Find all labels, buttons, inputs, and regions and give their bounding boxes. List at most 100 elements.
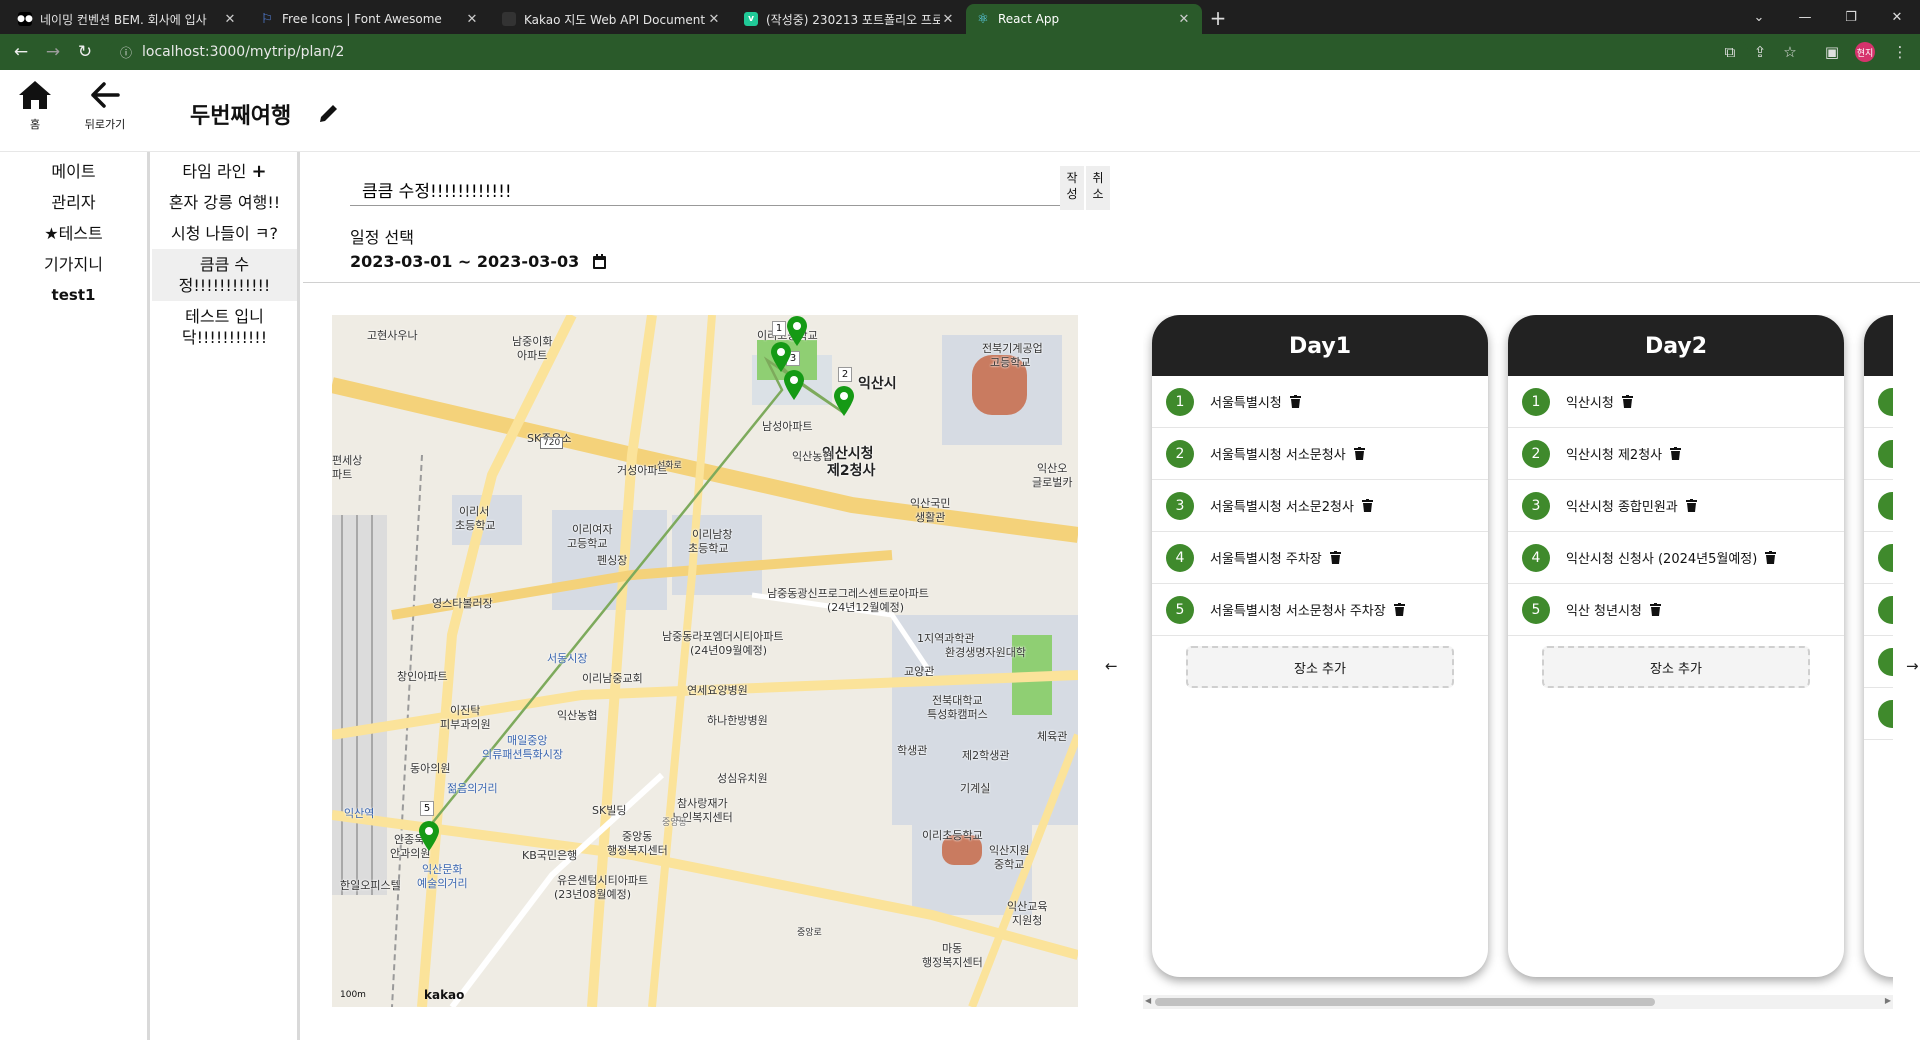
timeline-button[interactable]: 타임 라인 + [152,156,297,187]
mate-sidebar: 메이트 관리자 ★테스트 기가지니 test1 [0,152,150,1040]
home-button[interactable]: 홈 [0,80,70,132]
place-item[interactable] [1864,636,1893,688]
place-item[interactable]: 3 익산시청 종합민원과 [1508,480,1844,532]
order-badge: 4 [1166,543,1194,572]
carousel-next-arrow-icon[interactable]: → [1906,657,1919,675]
carousel-scrollbar[interactable]: ◀ ▶ [1143,995,1893,1009]
date-range-picker[interactable]: 2023-03-01 ~ 2023-03-03 [350,252,606,271]
order-badge: 2 [1522,439,1550,468]
map-pin-icon[interactable] [783,369,805,401]
menu-dots-icon[interactable]: ⋮ [1890,43,1910,61]
calendar-icon[interactable] [592,254,606,269]
tab-search-icon[interactable]: ⌄ [1736,0,1782,34]
trash-icon[interactable] [1393,603,1405,616]
pin-number: 1 [772,321,786,336]
save-button[interactable]: 작 성 [1060,166,1084,210]
close-icon[interactable]: ✕ [464,12,480,27]
info-icon[interactable]: ⓘ [120,44,132,61]
mate-item[interactable]: test1 [0,280,147,311]
place-item[interactable]: 5 익산 청년시청 [1508,584,1844,636]
carousel-prev-arrow-icon[interactable]: ← [1105,657,1118,675]
road-name: 중앙로 [797,928,822,938]
profile-avatar[interactable]: 현지 [1855,42,1875,62]
translate-icon[interactable]: ⧉ [1720,43,1740,61]
place-item[interactable] [1864,428,1893,480]
back-arrow-icon[interactable]: ← [10,42,32,62]
close-icon[interactable]: ✕ [940,12,956,27]
place-item[interactable]: 4 익산시청 신청사 (2024년5월예정) [1508,532,1844,584]
map-pin-icon[interactable] [833,385,855,417]
place-item[interactable] [1864,376,1893,428]
close-icon[interactable]: ✕ [706,12,722,27]
plan-title-input[interactable] [350,166,1060,206]
reload-icon[interactable]: ↻ [74,42,96,62]
place-item[interactable]: 2 익산시청 제2청사 [1508,428,1844,480]
plan-item[interactable]: 혼자 강릉 여행!! [152,187,297,218]
back-button[interactable]: 뒤로가기 [70,80,140,132]
star-icon: ★ [44,224,59,243]
minimize-icon[interactable]: — [1782,0,1828,34]
map-pin-icon[interactable] [418,820,440,852]
place-item[interactable]: 3 서울특별시청 서소문2청사 [1152,480,1488,532]
mate-item[interactable]: 관리자 [0,187,147,218]
scroll-right-icon[interactable]: ▶ [1885,996,1891,1005]
sidepanel-icon[interactable]: ▣ [1822,43,1842,61]
trash-icon[interactable] [1765,551,1777,564]
map-label: 체육관 [1037,730,1068,743]
place-item[interactable] [1864,688,1893,740]
trash-icon[interactable] [1621,395,1633,408]
pin-number: 2 [838,367,852,382]
trash-icon[interactable] [1685,499,1697,512]
map-label: 중앙동 [662,818,687,828]
map-label: KB국민은행 [522,849,578,862]
map-label: 기계실 [960,782,991,795]
browser-tab-active[interactable]: ⚛ React App ✕ [966,4,1202,34]
map-label: 환경생명자원대학 [945,646,1026,659]
close-icon[interactable]: ✕ [1176,12,1192,27]
place-item[interactable]: 1 서울특별시청 [1152,376,1488,428]
place-item[interactable]: 5 서울특별시청 서소문청사 주차장 [1152,584,1488,636]
browser-tab[interactable]: ●● 네이밍 컨벤션 BEM. 회사에 입사 ✕ [8,4,248,34]
kakao-map[interactable]: 고현사우나 남중이화 아파트 이리고등학교 익산시청 제2청사 전북기계공업 고… [332,315,1078,1007]
place-item[interactable]: 2 서울특별시청 서소문청사 [1152,428,1488,480]
scrollbar-thumb[interactable] [1155,998,1655,1006]
place-item[interactable]: 1 익산시청 [1508,376,1844,428]
browser-tab[interactable]: Kakao 지도 Web API Document ✕ [492,4,732,34]
new-tab-button[interactable]: + [1205,6,1231,30]
window-close-icon[interactable]: ✕ [1874,0,1920,34]
trash-icon[interactable] [1289,395,1301,408]
day-carousel: Day1 1 서울특별시청 2 서울특별시청 서소문청사 3 서울특별시청 서소… [1143,315,1893,1000]
add-place-button[interactable]: 장소 추가 [1186,646,1454,688]
mate-item[interactable]: 기가지니 [0,249,147,280]
close-icon[interactable]: ✕ [222,12,238,27]
scroll-left-icon[interactable]: ◀ [1145,996,1151,1005]
map-label: 지원청 [1012,914,1043,927]
add-place-button[interactable]: 장소 추가 [1542,646,1810,688]
map-label: 고등학교 [567,537,608,550]
place-item[interactable] [1864,480,1893,532]
trash-icon[interactable] [1649,603,1661,616]
pencil-icon[interactable] [318,102,340,124]
cancel-button[interactable]: 취 소 [1086,166,1110,210]
place-item[interactable]: 4 서울특별시청 주차장 [1152,532,1488,584]
bookmark-star-icon[interactable]: ☆ [1780,43,1800,61]
trash-icon[interactable] [1353,447,1365,460]
forward-arrow-icon[interactable]: → [42,42,64,62]
share-icon[interactable]: ⇪ [1750,43,1770,61]
restore-icon[interactable]: ❐ [1828,0,1874,34]
browser-tab[interactable]: v (작성중) 230213 포트폴리오 프로 ✕ [734,4,966,34]
trash-icon[interactable] [1670,447,1682,460]
mate-header: 메이트 [51,162,96,181]
trash-icon[interactable] [1361,499,1373,512]
plan-item-selected[interactable]: 큼큼 수정!!!!!!!!!!!! [152,249,297,301]
plan-item[interactable]: 시청 나들이 ㅋ? [152,218,297,249]
trip-title: 두번째여행 [190,104,292,129]
place-item[interactable] [1864,532,1893,584]
mate-item[interactable]: ★테스트 [0,218,147,249]
plan-item[interactable]: 테스트 입니닥!!!!!!!!!!! [152,301,297,353]
map-label: 중학교 [994,858,1025,871]
url-input[interactable]: ⓘ localhost:3000/mytrip/plan/2 [108,39,1748,65]
place-item[interactable] [1864,584,1893,636]
trash-icon[interactable] [1329,551,1341,564]
browser-tab[interactable]: ⚐ Free Icons | Font Awesome ✕ [250,4,490,34]
